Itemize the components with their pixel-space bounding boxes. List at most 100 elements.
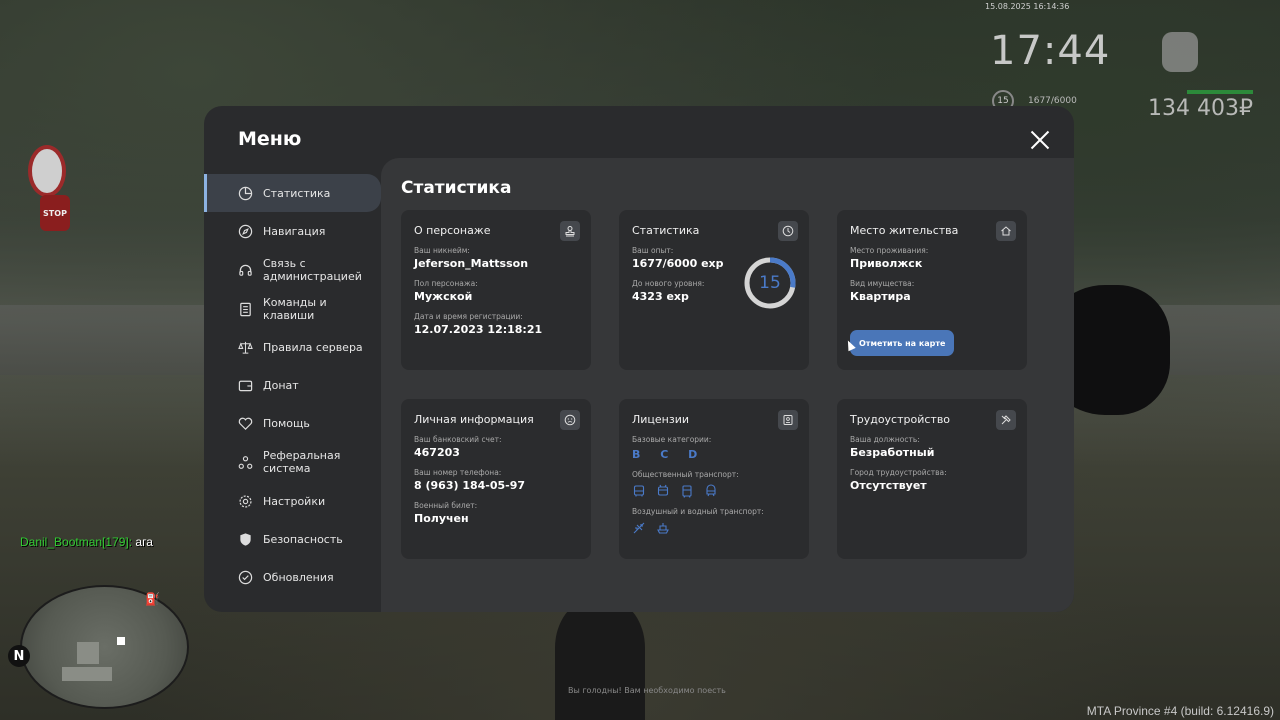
sidebar-item-label: Правила сервера bbox=[263, 340, 363, 354]
phone-label: Ваш номер телефона: bbox=[414, 468, 502, 477]
update-icon bbox=[238, 570, 253, 585]
card-personal: Личная информация Ваш банковский счет: 4… bbox=[401, 399, 591, 559]
sidebar-item-label: Навигация bbox=[263, 224, 326, 238]
map-building bbox=[77, 642, 99, 664]
sidebar-item-label: Помощь bbox=[263, 416, 310, 430]
card-title: Личная информация bbox=[414, 413, 534, 426]
bank-label: Ваш банковский счет: bbox=[414, 435, 502, 444]
sidebar-item-label: Безопасность bbox=[263, 532, 343, 546]
gender-value: Мужской bbox=[414, 290, 473, 303]
plane-icon bbox=[632, 521, 646, 535]
card-stats: Статистика Ваш опыт: 1677/6000 exp До но… bbox=[619, 210, 809, 370]
build-tag: MTA Province #4 (build: 6.12416.9) bbox=[1086, 704, 1274, 718]
air-water-label: Воздушный и водный транспорт: bbox=[632, 507, 764, 516]
card-licenses: Лицензии Базовые категории: B C D Общест… bbox=[619, 399, 809, 559]
hud-timestamp: 15.08.2025 16:14:36 bbox=[985, 2, 1070, 11]
property-type-value: Квартира bbox=[850, 290, 911, 303]
base-categories-label: Базовые категории: bbox=[632, 435, 712, 444]
heart-icon bbox=[238, 416, 253, 431]
sidebar-item-rules[interactable]: Правила сервера bbox=[204, 328, 381, 366]
home-icon bbox=[996, 221, 1016, 241]
sidebar: Статистика Навигация Связь с администрац… bbox=[204, 174, 381, 596]
hud-clock: 17:44 bbox=[990, 28, 1111, 74]
exp-label: Ваш опыт: bbox=[632, 246, 674, 255]
player-arrow-icon bbox=[117, 637, 125, 645]
card-employment: Трудоустройство Ваша должность: Безработ… bbox=[837, 399, 1027, 559]
employment-city-value: Отсутствует bbox=[850, 479, 927, 492]
card-title: Статистика bbox=[632, 224, 700, 237]
position-value: Безработный bbox=[850, 446, 935, 459]
scales-icon bbox=[238, 340, 253, 355]
sidebar-item-donate[interactable]: Донат bbox=[204, 366, 381, 404]
level-number: 15 bbox=[759, 273, 781, 293]
north-indicator: N bbox=[8, 645, 30, 667]
chat-line: Danil_Bootman[179]: ага bbox=[20, 535, 153, 549]
position-label: Ваша должность: bbox=[850, 435, 920, 444]
sidebar-item-label: Статистика bbox=[263, 186, 331, 200]
hud-money: 134 403₽ bbox=[1148, 96, 1253, 121]
sidebar-item-label: Донат bbox=[263, 378, 299, 392]
employment-city-label: Город трудоустройства: bbox=[850, 468, 947, 477]
military-value: Получен bbox=[414, 512, 469, 525]
card-title: Лицензии bbox=[632, 413, 690, 426]
place-label: Место проживания: bbox=[850, 246, 929, 255]
sidebar-item-commands[interactable]: Команды и клавиши bbox=[204, 290, 381, 328]
player-character bbox=[555, 600, 645, 720]
air-water-icons bbox=[632, 521, 796, 535]
pie-chart-icon bbox=[238, 186, 253, 201]
document-icon bbox=[238, 302, 253, 317]
sidebar-item-settings[interactable]: Настройки bbox=[204, 482, 381, 520]
chat-message: ага bbox=[132, 535, 153, 549]
gender-label: Пол персонажа: bbox=[414, 279, 478, 288]
nickname-value: Jeferson_Mattsson bbox=[414, 257, 529, 270]
map-building bbox=[62, 667, 112, 681]
compass-icon bbox=[238, 224, 253, 239]
menu-title: Меню bbox=[238, 128, 302, 150]
sidebar-item-label: Связь с администрацией bbox=[263, 257, 362, 283]
sidebar-item-referral[interactable]: Реферальная система bbox=[204, 442, 381, 482]
public-transport-label: Общественный транспорт: bbox=[632, 470, 739, 479]
close-icon[interactable] bbox=[1028, 128, 1052, 152]
sidebar-item-contact-admin[interactable]: Связь с администрацией bbox=[204, 250, 381, 290]
health-bar bbox=[1187, 90, 1253, 94]
military-label: Военный билет: bbox=[414, 501, 478, 510]
sidebar-item-updates[interactable]: Обновления bbox=[204, 558, 381, 596]
card-title: Трудоустройство bbox=[850, 413, 951, 426]
card-title: Место жительства bbox=[850, 224, 959, 237]
fist-icon bbox=[1162, 32, 1198, 72]
place-value: Приволжск bbox=[850, 257, 923, 270]
content-title: Статистика bbox=[401, 178, 512, 198]
wallet-icon bbox=[238, 378, 253, 393]
headset-icon bbox=[238, 263, 253, 278]
sidebar-item-help[interactable]: Помощь bbox=[204, 404, 381, 442]
shield-icon bbox=[238, 532, 253, 547]
stop-sign: STOP bbox=[40, 195, 70, 231]
referral-icon bbox=[238, 455, 253, 470]
sidebar-item-label: Команды и клавиши bbox=[263, 296, 327, 322]
stamp-icon bbox=[560, 221, 580, 241]
mark-on-map-button[interactable]: Отметить на карте bbox=[850, 330, 955, 356]
nickname-label: Ваш никнейм: bbox=[414, 246, 470, 255]
clock-icon bbox=[778, 221, 798, 241]
minimap bbox=[20, 585, 189, 709]
card-title: О персонаже bbox=[414, 224, 491, 237]
road-sign bbox=[28, 145, 66, 197]
hud-exp: 1677/6000 bbox=[1028, 96, 1077, 106]
tools-icon bbox=[996, 410, 1016, 430]
chat-name: Danil_Bootman[179]: bbox=[20, 535, 133, 549]
sidebar-item-security[interactable]: Безопасность bbox=[204, 520, 381, 558]
phone-value: 8 (963) 184-05-97 bbox=[414, 479, 526, 492]
boat-icon bbox=[656, 521, 670, 535]
bank-value: 467203 bbox=[414, 446, 460, 459]
sidebar-item-navigation[interactable]: Навигация bbox=[204, 212, 381, 250]
sidebar-item-label: Реферальная система bbox=[263, 449, 341, 475]
sidebar-item-label: Обновления bbox=[263, 570, 334, 584]
bottom-hint: Вы голодны! Вам необходимо поесть bbox=[568, 686, 726, 695]
bus-icon bbox=[632, 484, 646, 498]
registration-value: 12.07.2023 12:18:21 bbox=[414, 323, 543, 336]
id-card-icon bbox=[778, 410, 798, 430]
base-categories-value: B C D bbox=[632, 448, 706, 461]
trolleybus-icon bbox=[656, 484, 670, 498]
sidebar-item-statistics[interactable]: Статистика bbox=[204, 174, 381, 212]
fuel-icon: ⛽ bbox=[145, 592, 160, 606]
